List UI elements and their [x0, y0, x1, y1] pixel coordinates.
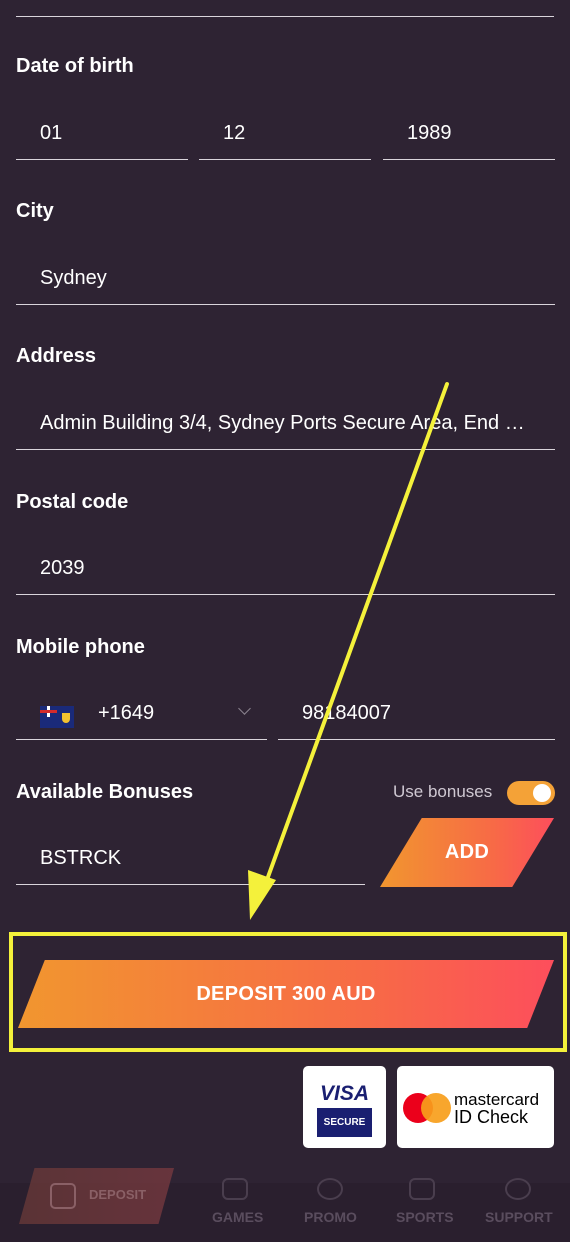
annotation-arrow-icon	[248, 382, 449, 920]
